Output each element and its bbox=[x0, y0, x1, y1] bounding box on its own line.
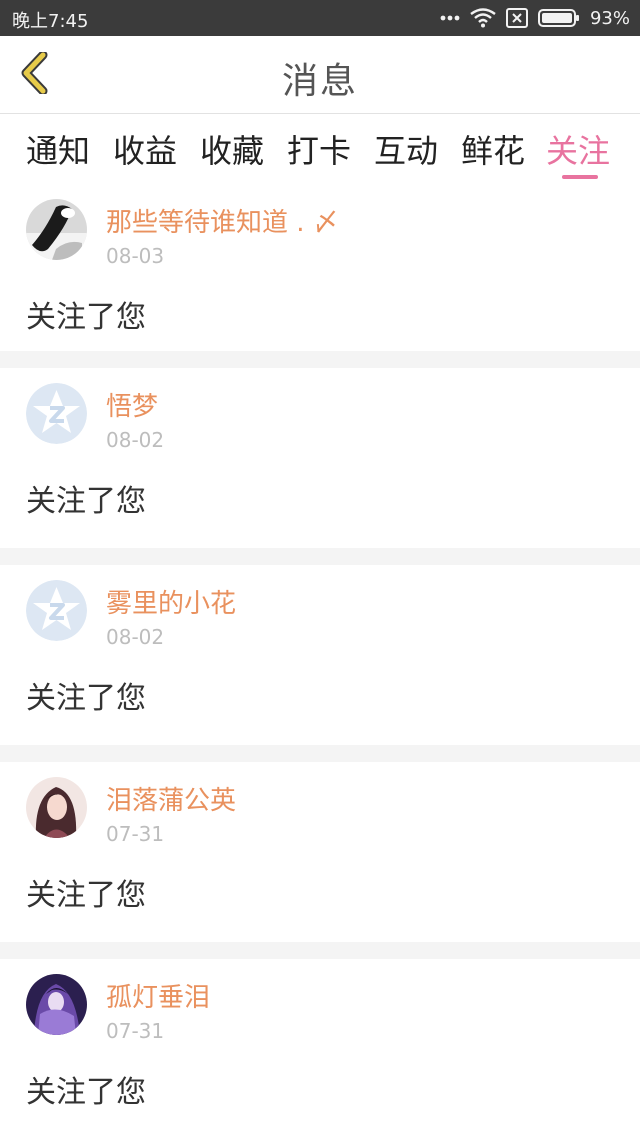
list-item[interactable]: 那些等待谁知道 . 〆 08-03 关注了您 bbox=[0, 184, 640, 364]
message-text: 关注了您 bbox=[26, 878, 146, 913]
list-item[interactable]: 孤灯垂泪 07-31 关注了您 bbox=[0, 959, 640, 1138]
timestamp: 07-31 bbox=[106, 822, 165, 846]
status-time: 晚上7:45 bbox=[12, 11, 89, 32]
list-item[interactable]: 泪落蒲公英 07-31 关注了您 bbox=[0, 762, 640, 942]
message-text: 关注了您 bbox=[26, 1075, 146, 1110]
timestamp: 08-02 bbox=[106, 625, 165, 649]
no-sim-icon bbox=[505, 8, 528, 28]
avatar[interactable] bbox=[26, 199, 87, 260]
tab-notifications[interactable]: 通知 bbox=[26, 126, 90, 172]
more-dots-icon bbox=[440, 15, 460, 21]
avatar[interactable] bbox=[26, 383, 87, 444]
list-item[interactable]: 悟梦 08-02 关注了您 bbox=[0, 368, 640, 548]
tab-bar: 通知 收益 收藏 打卡 互动 鲜花 关注 bbox=[0, 114, 640, 184]
divider bbox=[0, 942, 640, 959]
status-bar: 晚上7:45 93% bbox=[0, 0, 640, 36]
timestamp: 08-02 bbox=[106, 428, 165, 452]
active-tab-indicator bbox=[562, 175, 598, 179]
header: 消息 bbox=[0, 36, 640, 114]
message-text: 关注了您 bbox=[26, 300, 146, 335]
divider bbox=[0, 745, 640, 762]
page-title: 消息 bbox=[281, 61, 358, 102]
tab-interaction[interactable]: 互动 bbox=[374, 126, 438, 172]
avatar[interactable] bbox=[26, 580, 87, 641]
tab-favorites[interactable]: 收藏 bbox=[200, 126, 264, 172]
list-item[interactable]: 雾里的小花 08-02 关注了您 bbox=[0, 565, 640, 745]
timestamp: 07-31 bbox=[106, 1019, 165, 1043]
message-text: 关注了您 bbox=[26, 681, 146, 716]
battery-icon bbox=[537, 9, 580, 27]
wifi-icon bbox=[470, 8, 496, 28]
tab-follow[interactable]: 关注 bbox=[546, 126, 610, 172]
divider bbox=[0, 351, 640, 368]
tab-earnings[interactable]: 收益 bbox=[113, 126, 177, 172]
avatar[interactable] bbox=[26, 777, 87, 838]
user-name[interactable]: 悟梦 bbox=[106, 386, 158, 423]
divider bbox=[0, 548, 640, 565]
timestamp: 08-03 bbox=[106, 244, 165, 268]
tab-flowers[interactable]: 鲜花 bbox=[461, 126, 525, 172]
tab-checkin[interactable]: 打卡 bbox=[287, 126, 351, 172]
user-name[interactable]: 雾里的小花 bbox=[106, 583, 236, 620]
message-text: 关注了您 bbox=[26, 484, 146, 519]
status-icons: 93% bbox=[440, 0, 630, 36]
user-name[interactable]: 泪落蒲公英 bbox=[106, 780, 236, 817]
user-name[interactable]: 孤灯垂泪 bbox=[106, 977, 210, 1014]
battery-percent: 93% bbox=[589, 7, 630, 29]
user-name[interactable]: 那些等待谁知道 . 〆 bbox=[106, 202, 339, 239]
avatar[interactable] bbox=[26, 974, 87, 1035]
